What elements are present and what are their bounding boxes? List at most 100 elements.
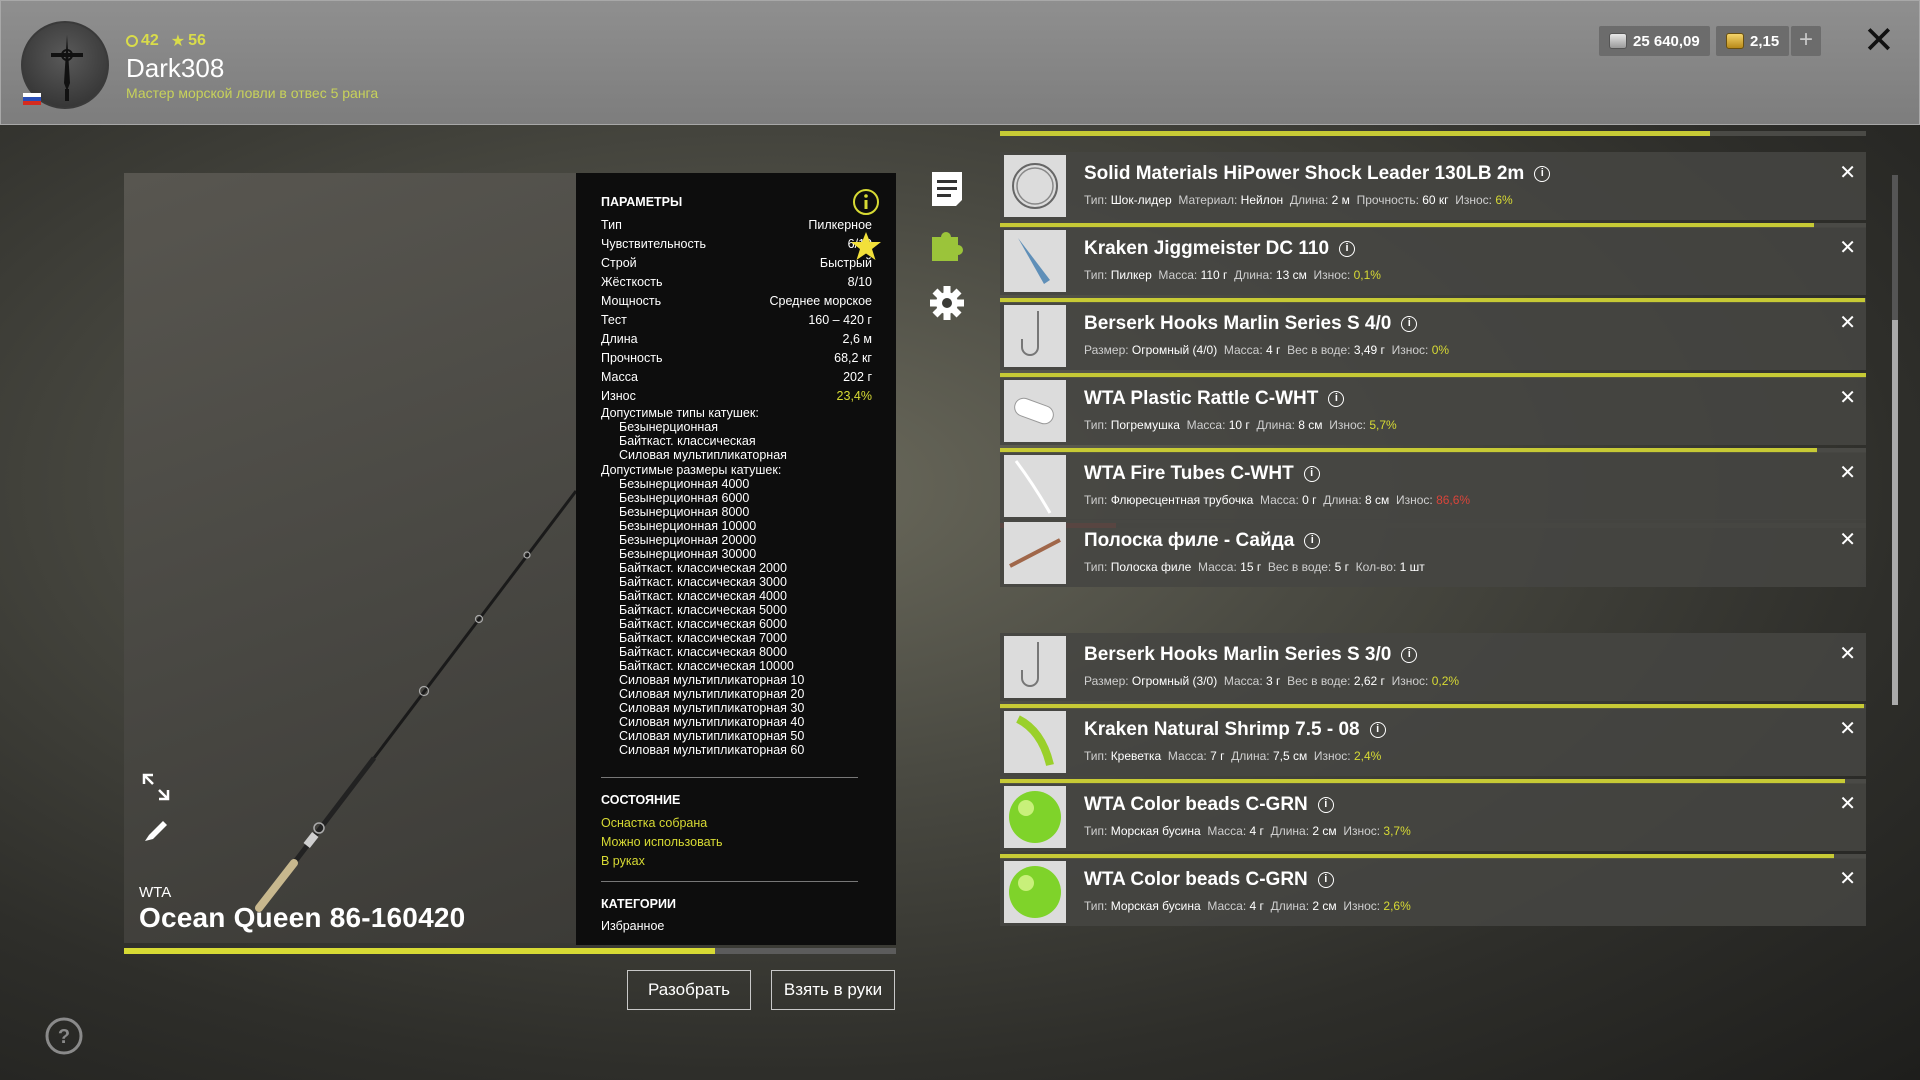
close-icon[interactable]: ✕	[1863, 21, 1895, 61]
rod-image	[255, 490, 576, 912]
param-row: Масса 202 г	[601, 367, 872, 386]
param-row: Чувствительность6/10	[601, 234, 872, 253]
wear-value: 2,6%	[1383, 899, 1411, 913]
remove-item-icon[interactable]: ✕	[1839, 527, 1856, 552]
info-icon[interactable]: i	[1534, 166, 1551, 182]
reel-size-item: Силовая мультипликаторная 60	[619, 743, 805, 757]
edit-icon[interactable]	[141, 815, 171, 845]
info-icon[interactable]: i	[1317, 872, 1334, 888]
expand-icon[interactable]	[141, 772, 171, 802]
rod-condition-bar	[124, 948, 896, 954]
wear-label: Износ:	[1391, 674, 1429, 688]
gear-icon[interactable]	[928, 284, 966, 322]
info-icon[interactable]: i	[1304, 533, 1321, 549]
info-icon[interactable]: i	[1303, 466, 1320, 482]
tackle-thumbnail	[1004, 522, 1066, 584]
param-value: 68,2 кг	[834, 350, 872, 365]
document-icon[interactable]	[928, 170, 966, 208]
tackle-item[interactable]: WTA Color beads C-GRN i Тип: Морская бусин…	[1000, 783, 1866, 851]
desc-label: Прочность:	[1356, 193, 1419, 207]
tackle-item[interactable]: Kraken Natural Shrimp 7.5 - 08 i Тип: Крев…	[1000, 708, 1866, 776]
rattle-icon	[1014, 397, 1054, 425]
scrollbar[interactable]	[1892, 175, 1898, 705]
remove-item-icon[interactable]: ✕	[1839, 385, 1856, 410]
remove-item-icon[interactable]: ✕	[1839, 235, 1856, 260]
reel-size-item: Силовая мультипликаторная 30	[619, 701, 805, 715]
profile-header: 42 ★ 56 Dark308 Мастер морской ловли в от…	[0, 0, 1920, 125]
wear-value: 86,6%	[1436, 493, 1471, 507]
tackle-description: Тип: Шок-лидер Материал: Нейлон Длина: 2…	[1084, 193, 1513, 207]
tackle-title: WTA Plastic Rattle C-WHT i	[1084, 388, 1345, 410]
tackle-thumbnail	[1004, 380, 1066, 442]
favorite-star-icon[interactable]	[850, 230, 882, 262]
info-icon[interactable]: i	[1369, 722, 1386, 738]
desc-label: Тип:	[1084, 899, 1108, 913]
star-rating-icon: ★	[170, 33, 186, 50]
disassemble-button[interactable]: Разобрать	[627, 970, 751, 1010]
add-currency-button[interactable]: +	[1791, 26, 1821, 56]
rod-brand: WTA	[139, 884, 172, 901]
tackle-item[interactable]: Berserk Hooks Marlin Series S 4/0 i Размер…	[1000, 302, 1866, 370]
rod-preview	[124, 173, 576, 943]
info-icon[interactable]: i	[1401, 647, 1418, 663]
scrollbar-thumb[interactable]	[1892, 320, 1898, 705]
level-ring-icon	[126, 35, 138, 47]
info-icon[interactable]: i	[1401, 316, 1418, 332]
tackle-description: Тип: Погремушка Масса: 10 г Длина: 8 см …	[1084, 418, 1397, 432]
tackle-thumbnail	[1004, 636, 1066, 698]
category-value: Избранное	[601, 919, 665, 933]
info-icon[interactable]	[852, 188, 880, 216]
reel-size-item: Силовая мультипликаторная 50	[619, 729, 805, 743]
param-label: Мощность	[601, 293, 662, 308]
hook-icon	[1021, 311, 1039, 356]
param-label: Тест	[601, 312, 627, 327]
tackle-item[interactable]: Berserk Hooks Marlin Series S 3/0 i Размер…	[1000, 633, 1866, 701]
desc-value: 4 г	[1249, 899, 1264, 913]
wear-value: 0,2%	[1431, 674, 1460, 688]
tackle-thumbnail	[1004, 861, 1066, 923]
desc-value: 8 см	[1298, 418, 1323, 432]
desc-value: 7,5 см	[1272, 749, 1308, 763]
tackle-description: Тип: Креветка Масса: 7 г Длина: 7,5 см И…	[1084, 749, 1381, 763]
desc-value: Полоска филе	[1110, 560, 1192, 574]
desc-value: 4 г	[1249, 824, 1264, 838]
remove-item-icon[interactable]: ✕	[1839, 310, 1856, 335]
condition-bar	[1000, 131, 1866, 136]
param-label: Износ	[601, 388, 636, 403]
remove-item-icon[interactable]: ✕	[1839, 791, 1856, 816]
reel-size-item: Безынерционная 10000	[619, 519, 757, 533]
desc-value: 4 г	[1266, 343, 1281, 357]
tackle-list: Solid Materials HiPower Shock Leader 130…	[1000, 128, 1866, 1080]
tackle-item[interactable]: Kraken Jiggmeister DC 110 i Тип: Пилкер Ма…	[1000, 227, 1866, 295]
remove-item-icon[interactable]: ✕	[1839, 460, 1856, 485]
remove-item-icon[interactable]: ✕	[1839, 866, 1856, 891]
info-icon[interactable]: i	[1317, 797, 1334, 813]
tackle-item[interactable]: WTA Color beads C-GRN i Тип: Морская бусин…	[1000, 858, 1866, 926]
desc-value: 3 г	[1266, 674, 1281, 688]
fillet-strip-icon	[1009, 538, 1061, 568]
categories-title: КАТЕГОРИИ	[601, 897, 676, 911]
info-icon[interactable]: i	[1328, 391, 1345, 407]
reel-sizes-title: Допустимые размеры катушек:	[601, 463, 782, 477]
desc-label: Масса:	[1186, 418, 1226, 432]
reel-size-item: Байткаст. классическая 10000	[619, 659, 794, 673]
tackle-name: Solid Materials HiPower Shock Leader 130…	[1084, 163, 1525, 184]
puzzle-icon[interactable]	[928, 227, 966, 265]
remove-item-icon[interactable]: ✕	[1839, 160, 1856, 185]
tackle-item[interactable]: WTA Plastic Rattle C-WHT i Тип: Погремушка…	[1000, 377, 1866, 445]
help-icon[interactable]: ?	[44, 1016, 84, 1056]
tackle-name: WTA Color beads C-GRN	[1084, 869, 1308, 890]
reel-size-item: Безынерционная 30000	[619, 547, 757, 561]
desc-value: 15 г	[1240, 560, 1262, 574]
tackle-item[interactable]: WTA Fire Tubes C-WHT i Тип: Флюресцентная …	[1000, 452, 1866, 520]
desc-value: 5 г	[1334, 560, 1349, 574]
reel-type-item: Безынерционная	[619, 420, 719, 434]
take-in-hands-button[interactable]: Взять в руки	[771, 970, 895, 1010]
tackle-item[interactable]: Solid Materials HiPower Shock Leader 130…	[1000, 152, 1866, 220]
tackle-item[interactable]: Полоска филе - Сайда i Тип: Полоска филе М…	[1000, 519, 1866, 587]
remove-item-icon[interactable]: ✕	[1839, 641, 1856, 666]
info-icon[interactable]: i	[1339, 241, 1356, 257]
desc-label: Вес в воде:	[1267, 560, 1332, 574]
remove-item-icon[interactable]: ✕	[1839, 716, 1856, 741]
desc-label: Масса:	[1167, 749, 1207, 763]
